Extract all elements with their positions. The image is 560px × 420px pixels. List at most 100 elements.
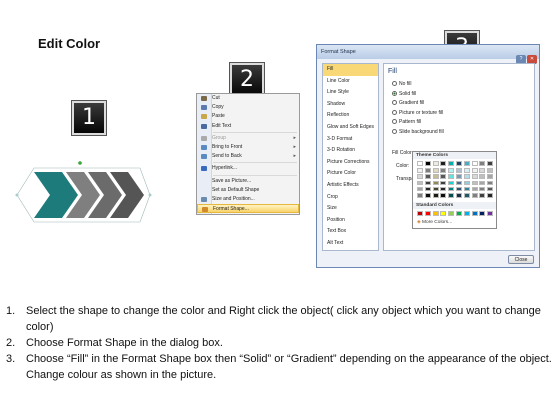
standard-color-swatch[interactable] <box>471 211 478 216</box>
nav-item[interactable]: Picture Corrections <box>323 157 378 169</box>
standard-color-swatch[interactable] <box>487 211 494 216</box>
theme-shade-swatch[interactable] <box>456 186 462 192</box>
theme-shade-swatch[interactable] <box>424 168 431 173</box>
theme-shade-swatch[interactable] <box>424 186 431 192</box>
rotation-handle[interactable] <box>78 161 82 165</box>
theme-shade-swatch[interactable] <box>440 174 447 179</box>
theme-color-swatch[interactable] <box>417 161 423 166</box>
context-menu-item[interactable]: Edit Text <box>197 122 299 131</box>
theme-color-swatch[interactable] <box>463 161 470 166</box>
chevron-arrows-shape[interactable] <box>12 160 152 230</box>
theme-shade-swatch[interactable] <box>479 168 486 173</box>
standard-color-swatch[interactable] <box>479 211 486 216</box>
theme-shade-swatch[interactable] <box>471 168 478 173</box>
nav-item[interactable]: Artistic Effects <box>323 180 378 192</box>
context-menu-item[interactable]: Hyperlink... <box>197 164 299 173</box>
theme-shade-swatch[interactable] <box>479 180 486 186</box>
theme-shade-swatch[interactable] <box>456 174 462 179</box>
nav-item[interactable]: Shadow <box>323 99 378 111</box>
theme-shade-swatch[interactable] <box>448 186 455 192</box>
theme-shade-swatch[interactable] <box>463 180 470 186</box>
context-menu-item[interactable]: Cut <box>197 94 299 103</box>
theme-shade-swatch[interactable] <box>417 180 423 186</box>
theme-shade-swatch[interactable] <box>487 168 494 173</box>
theme-shade-swatch[interactable] <box>448 168 455 173</box>
theme-color-swatch[interactable] <box>479 161 486 166</box>
theme-shade-swatch[interactable] <box>463 174 470 179</box>
theme-shade-swatch[interactable] <box>417 186 423 192</box>
theme-shade-swatch[interactable] <box>456 193 462 198</box>
fill-option-radio[interactable]: Solid fill <box>392 91 416 97</box>
nav-item[interactable]: 3-D Format <box>323 134 378 146</box>
context-menu-item[interactable]: Group ▸ <box>197 134 299 143</box>
context-menu-item[interactable]: Set as Default Shape <box>197 186 299 195</box>
theme-shade-swatch[interactable] <box>432 186 439 192</box>
standard-color-swatch[interactable] <box>432 211 439 216</box>
theme-shade-swatch[interactable] <box>487 180 494 186</box>
standard-color-swatch[interactable] <box>440 211 447 216</box>
fill-option-radio[interactable]: No fill <box>392 81 412 87</box>
theme-shade-swatch[interactable] <box>471 186 478 192</box>
theme-color-swatch[interactable] <box>456 161 462 166</box>
nav-item[interactable]: Glow and Soft Edges <box>323 122 378 134</box>
fill-option-radio[interactable]: Pattern fill <box>392 119 421 125</box>
standard-color-swatch[interactable] <box>448 211 455 216</box>
close-button[interactable]: Close <box>508 255 534 264</box>
context-menu-item[interactable]: Copy <box>197 103 299 112</box>
context-menu-item[interactable]: Save as Picture... <box>197 177 299 186</box>
context-menu-item[interactable]: Size and Position... <box>197 195 299 204</box>
theme-shade-swatch[interactable] <box>440 186 447 192</box>
theme-color-swatch[interactable] <box>424 161 431 166</box>
context-menu-item[interactable]: Bring to Front ▸ <box>197 143 299 152</box>
theme-shade-swatch[interactable] <box>471 174 478 179</box>
theme-color-swatch[interactable] <box>448 161 455 166</box>
theme-shade-swatch[interactable] <box>471 193 478 198</box>
theme-color-swatch[interactable] <box>440 161 447 166</box>
theme-shade-swatch[interactable] <box>463 168 470 173</box>
theme-shade-swatch[interactable] <box>448 174 455 179</box>
theme-shade-swatch[interactable] <box>471 180 478 186</box>
theme-shade-swatch[interactable] <box>440 180 447 186</box>
theme-shade-swatch[interactable] <box>487 186 494 192</box>
theme-shade-swatch[interactable] <box>432 174 439 179</box>
context-menu-item[interactable]: Format Shape... <box>197 204 299 214</box>
selection-handle-right[interactable] <box>148 193 152 197</box>
theme-shade-swatch[interactable] <box>432 193 439 198</box>
fill-option-radio[interactable]: Slide background fill <box>392 129 444 135</box>
standard-color-swatch[interactable] <box>417 211 423 216</box>
nav-item[interactable]: Alt Text <box>323 238 378 250</box>
nav-item[interactable]: Line Color <box>323 76 378 88</box>
theme-shade-swatch[interactable] <box>424 174 431 179</box>
standard-color-swatch[interactable] <box>463 211 470 216</box>
theme-shade-swatch[interactable] <box>479 193 486 198</box>
nav-item[interactable]: Fill <box>323 64 378 76</box>
theme-shade-swatch[interactable] <box>440 193 447 198</box>
theme-shade-swatch[interactable] <box>432 180 439 186</box>
more-colors-link[interactable]: ◈ More Colors... <box>417 220 452 225</box>
nav-item[interactable]: Line Style <box>323 87 378 99</box>
theme-shade-swatch[interactable] <box>456 180 462 186</box>
standard-color-swatch[interactable] <box>456 211 462 216</box>
theme-shade-swatch[interactable] <box>487 174 494 179</box>
nav-item[interactable]: Position <box>323 215 378 227</box>
theme-shade-swatch[interactable] <box>417 193 423 198</box>
theme-color-swatch[interactable] <box>432 161 439 166</box>
standard-color-swatch[interactable] <box>424 211 431 216</box>
fill-option-radio[interactable]: Picture or texture fill <box>392 110 443 116</box>
theme-color-swatch[interactable] <box>487 161 494 166</box>
nav-item[interactable]: Size <box>323 203 378 215</box>
theme-shade-swatch[interactable] <box>417 168 423 173</box>
theme-shade-swatch[interactable] <box>424 193 431 198</box>
context-menu-item[interactable]: Paste <box>197 112 299 121</box>
theme-color-swatch[interactable] <box>471 161 478 166</box>
theme-shade-swatch[interactable] <box>440 168 447 173</box>
theme-shade-swatch[interactable] <box>463 193 470 198</box>
theme-shade-swatch[interactable] <box>424 180 431 186</box>
theme-shade-swatch[interactable] <box>479 186 486 192</box>
theme-shade-swatch[interactable] <box>463 186 470 192</box>
theme-shade-swatch[interactable] <box>479 174 486 179</box>
theme-shade-swatch[interactable] <box>448 193 455 198</box>
theme-shade-swatch[interactable] <box>417 174 423 179</box>
nav-item[interactable]: Reflection <box>323 110 378 122</box>
nav-item[interactable]: 3-D Rotation <box>323 145 378 157</box>
